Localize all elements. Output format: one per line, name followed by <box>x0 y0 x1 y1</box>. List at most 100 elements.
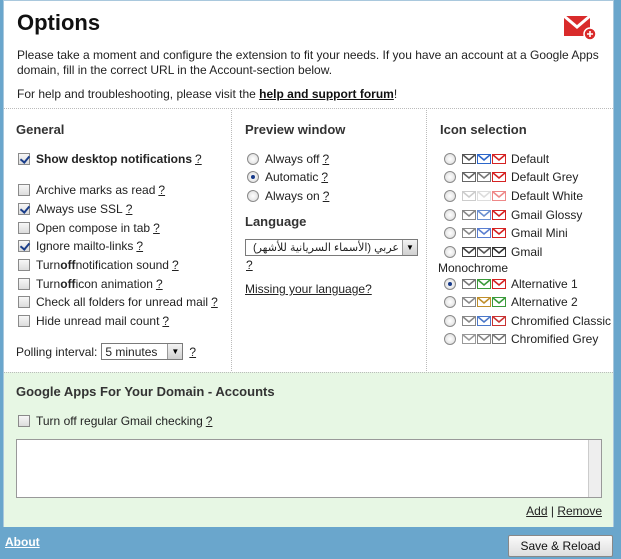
help-link[interactable]: ? <box>206 414 213 428</box>
radio[interactable] <box>444 171 456 183</box>
help-link[interactable]: ? <box>153 221 160 235</box>
envelope-icon <box>492 154 506 164</box>
checkbox[interactable] <box>18 153 30 165</box>
radio[interactable] <box>444 153 456 165</box>
checkbox[interactable] <box>18 296 30 308</box>
about-link[interactable]: About <box>5 535 40 549</box>
textarea-scrollbar[interactable] <box>588 440 601 497</box>
option-archive-marks-read[interactable]: Archive marks as read ? <box>18 182 165 198</box>
envelope-icons <box>462 334 507 344</box>
envelope-icon <box>462 210 476 220</box>
checkbox[interactable] <box>18 203 30 215</box>
preview-heading: Preview window <box>245 122 346 137</box>
help-forum-link[interactable]: help and support forum <box>259 87 394 101</box>
checkbox[interactable] <box>18 184 30 196</box>
envelope-icon <box>462 316 476 326</box>
preview-always-off[interactable]: Always off ? <box>247 151 329 167</box>
help-link[interactable]: ? <box>246 258 253 272</box>
option-turn-off-gmail-checking[interactable]: Turn off regular Gmail checking ? <box>18 413 212 429</box>
checkbox[interactable] <box>18 415 30 427</box>
envelope-icon <box>492 228 506 238</box>
envelope-icon <box>492 210 506 220</box>
chevron-down-icon[interactable]: ▼ <box>402 240 417 255</box>
envelope-icon <box>477 316 491 326</box>
header: Options Please take a moment and configu… <box>4 1 613 109</box>
page-title: Options <box>17 10 101 35</box>
icon-option[interactable]: Chromified Classic <box>444 313 611 329</box>
icon-option[interactable]: Alternative 2 <box>444 294 578 310</box>
envelope-icon <box>477 247 491 257</box>
icon-option[interactable]: Gmail Glossy <box>444 207 582 223</box>
help-link[interactable]: ? <box>158 183 165 197</box>
help-link[interactable]: ? <box>195 152 202 166</box>
icon-option[interactable]: Default Grey <box>444 169 578 185</box>
help-link[interactable]: ? <box>189 345 196 359</box>
intro-text: Please take a moment and configure the e… <box>17 48 599 77</box>
radio[interactable] <box>444 246 456 258</box>
envelope-icons <box>462 172 507 182</box>
icon-option[interactable]: Chromified Grey <box>444 331 598 347</box>
icon-option[interactable]: Default White <box>444 188 583 204</box>
option-ignore-mailto[interactable]: Ignore mailto-links ? <box>18 238 143 254</box>
preview-automatic[interactable]: Automatic ? <box>247 169 328 185</box>
option-hide-unread-count[interactable]: Hide unread mail count ? <box>18 313 169 329</box>
icon-option[interactable]: Gmail <box>444 244 542 260</box>
option-always-use-ssl[interactable]: Always use SSL ? <box>18 201 132 217</box>
radio[interactable] <box>444 315 456 327</box>
help-link[interactable]: ? <box>172 258 179 272</box>
language-select[interactable]: عربي (الأسماء السريانية للأشهر) ▼ <box>245 239 418 256</box>
radio[interactable] <box>247 190 259 202</box>
help-link[interactable]: ? <box>156 277 163 291</box>
help-link[interactable]: ? <box>136 239 143 253</box>
radio[interactable] <box>444 296 456 308</box>
help-link[interactable]: ? <box>211 295 218 309</box>
remove-link[interactable]: Remove <box>557 504 602 518</box>
help-link[interactable]: ? <box>126 202 133 216</box>
icon-option[interactable]: Gmail Mini <box>444 225 568 241</box>
envelope-icons <box>462 247 507 257</box>
envelope-icon <box>462 279 476 289</box>
add-link[interactable]: Add <box>526 504 547 518</box>
polling-label: Polling interval: <box>16 344 98 359</box>
help-link[interactable]: ? <box>322 152 329 166</box>
option-show-desktop-notifications[interactable]: Show desktop notifications ? <box>18 151 202 167</box>
general-heading: General <box>16 122 65 137</box>
options-panel: Options Please take a moment and configu… <box>3 0 614 527</box>
save-reload-button[interactable]: Save & Reload <box>508 535 613 557</box>
option-open-compose-tab[interactable]: Open compose in tab ? <box>18 220 160 236</box>
radio[interactable] <box>444 278 456 290</box>
checkbox[interactable] <box>18 259 30 271</box>
icon-selection-heading: Icon selection <box>440 122 527 137</box>
polling-interval: Polling interval: 5 minutes ▼ ? <box>16 343 196 360</box>
checkbox[interactable] <box>18 222 30 234</box>
preview-always-on[interactable]: Always on ? <box>247 188 329 204</box>
polling-interval-select[interactable]: 5 minutes ▼ <box>101 343 184 360</box>
option-check-all-folders[interactable]: Check all folders for unread mail ? <box>18 294 218 310</box>
checkbox[interactable] <box>18 240 30 252</box>
checkbox[interactable] <box>18 278 30 290</box>
checkbox[interactable] <box>18 315 30 327</box>
missing-language-link[interactable]: Missing your language? <box>245 282 372 296</box>
help-link[interactable]: ? <box>321 170 328 184</box>
radio[interactable] <box>444 209 456 221</box>
radio[interactable] <box>247 153 259 165</box>
google-apps-section: Google Apps For Your Domain - Accounts T… <box>4 372 613 527</box>
chevron-down-icon[interactable]: ▼ <box>167 344 183 359</box>
envelope-icon <box>477 279 491 289</box>
option-icon-animation-off[interactable]: Turn off icon animation ? <box>18 276 163 292</box>
envelope-icon <box>492 297 506 307</box>
envelope-icon <box>477 210 491 220</box>
help-link[interactable]: ? <box>162 314 169 328</box>
icon-option[interactable]: Alternative 1 <box>444 276 578 292</box>
option-notification-sound-off[interactable]: Turn off notification sound ? <box>18 257 179 273</box>
accounts-textarea[interactable] <box>16 439 602 498</box>
icon-option[interactable]: Default <box>444 151 549 167</box>
envelope-icons <box>462 228 507 238</box>
radio[interactable] <box>444 190 456 202</box>
envelope-icon <box>462 297 476 307</box>
preview-section: Preview window Always off ? Automatic ? … <box>233 110 427 371</box>
radio[interactable] <box>444 227 456 239</box>
help-link[interactable]: ? <box>323 189 330 203</box>
radio[interactable] <box>247 171 259 183</box>
radio[interactable] <box>444 333 456 345</box>
